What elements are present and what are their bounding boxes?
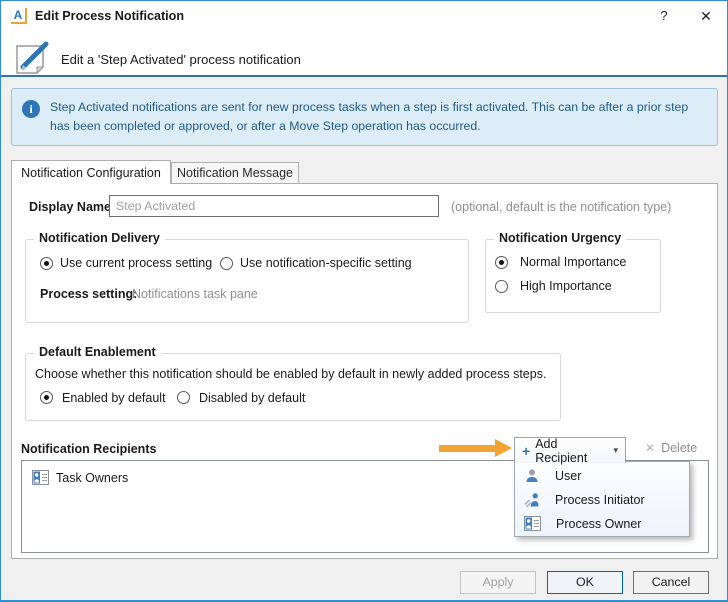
cancel-button[interactable]: Cancel <box>633 571 709 594</box>
display-name-note: (optional, default is the notification t… <box>451 200 671 214</box>
radio-enabled-by-default[interactable] <box>40 391 53 404</box>
radio-enabled-by-default-label[interactable]: Enabled by default <box>62 391 166 405</box>
menu-item-label: Process Owner <box>556 517 641 531</box>
annotation-arrow-head <box>495 439 512 457</box>
help-button[interactable]: ? <box>651 5 677 27</box>
radio-normal-importance[interactable] <box>495 256 508 269</box>
dialog-subtitle: Edit a 'Step Activated' process notifica… <box>61 52 301 67</box>
notification-urgency-group: Notification Urgency Normal Importance H… <box>485 239 661 313</box>
chevron-down-icon: ▾ <box>613 445 618 456</box>
task-owners-card-icon <box>32 470 49 485</box>
add-recipient-menu: User Process Initiator <box>514 461 690 537</box>
process-setting-value: Notifications task pane <box>132 287 258 301</box>
title-bar: A Edit Process Notification ? ✕ <box>1 1 727 31</box>
delete-label: Delete <box>661 441 697 455</box>
radio-high-importance[interactable] <box>495 280 508 293</box>
display-name-input[interactable] <box>109 195 439 217</box>
plus-icon: + <box>522 444 530 458</box>
edit-note-icon <box>14 41 54 75</box>
delete-recipient-button[interactable]: ✕ Delete <box>645 441 697 455</box>
tab-notification-message[interactable]: Notification Message <box>171 162 299 183</box>
window-title: Edit Process Notification <box>35 9 184 23</box>
annotation-arrow <box>439 445 497 452</box>
display-name-label: Display Name <box>29 200 111 214</box>
notification-recipients-title: Notification Recipients <box>21 442 156 456</box>
menu-item-label: Process Initiator <box>555 493 645 507</box>
radio-use-notification-specific-setting-label[interactable]: Use notification-specific setting <box>240 256 412 270</box>
notification-delivery-group: Notification Delivery Use current proces… <box>25 239 469 323</box>
user-icon <box>524 468 540 484</box>
edit-process-notification-dialog: A Edit Process Notification ? ✕ Edit a '… <box>0 0 728 602</box>
recipient-item-label: Task Owners <box>56 471 128 485</box>
notification-delivery-title: Notification Delivery <box>34 231 165 245</box>
radio-disabled-by-default-label[interactable]: Disabled by default <box>199 391 305 405</box>
app-icon: A <box>11 8 27 24</box>
ok-button[interactable]: OK <box>547 571 623 594</box>
add-recipient-label: Add Recipient <box>535 437 606 465</box>
process-initiator-icon <box>524 492 540 508</box>
add-recipient-button[interactable]: + Add Recipient ▾ <box>514 437 626 463</box>
recipient-item-task-owners[interactable]: Task Owners <box>32 470 128 485</box>
apply-button[interactable]: Apply <box>460 571 536 594</box>
default-enablement-description: Choose whether this notification should … <box>35 367 546 381</box>
delete-x-icon: ✕ <box>645 441 655 455</box>
radio-normal-importance-label[interactable]: Normal Importance <box>520 255 626 269</box>
tab-notification-configuration[interactable]: Notification Configuration <box>11 160 171 184</box>
menu-item-user[interactable]: User <box>515 463 689 488</box>
radio-use-current-process-setting[interactable] <box>40 257 53 270</box>
radio-use-notification-specific-setting[interactable] <box>220 257 233 270</box>
process-setting-label: Process setting: <box>40 287 137 301</box>
menu-item-process-owner[interactable]: Process Owner <box>515 511 689 536</box>
radio-high-importance-label[interactable]: High Importance <box>520 279 612 293</box>
default-enablement-group: Default Enablement Choose whether this n… <box>25 353 561 421</box>
menu-item-process-initiator[interactable]: Process Initiator <box>515 487 689 512</box>
default-enablement-title: Default Enablement <box>34 345 161 359</box>
process-owner-card-icon <box>524 516 541 531</box>
notification-urgency-title: Notification Urgency <box>494 231 626 245</box>
info-icon: i <box>22 100 40 118</box>
close-button[interactable]: ✕ <box>693 5 719 27</box>
menu-item-label: User <box>555 469 581 483</box>
info-banner: i Step Activated notifications are sent … <box>11 88 718 146</box>
radio-disabled-by-default[interactable] <box>177 391 190 404</box>
radio-use-current-process-setting-label[interactable]: Use current process setting <box>60 256 212 270</box>
info-banner-text: Step Activated notifications are sent fo… <box>50 98 710 136</box>
